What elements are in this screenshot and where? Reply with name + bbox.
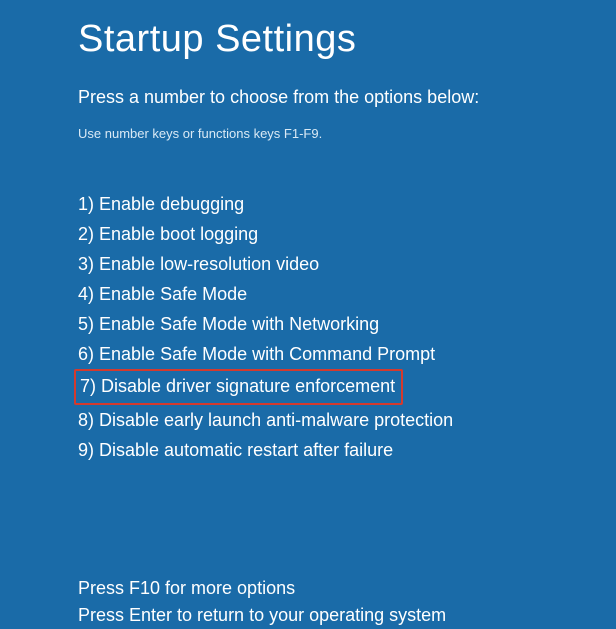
option-8[interactable]: 8) Disable early launch anti-malware pro…: [78, 405, 453, 435]
subtitle: Press a number to choose from the option…: [78, 87, 616, 108]
startup-settings-screen: Startup Settings Press a number to choos…: [0, 0, 616, 629]
option-1-num: 1: [78, 194, 88, 214]
option-4-label: Enable Safe Mode: [99, 284, 247, 304]
option-6-label: Enable Safe Mode with Command Prompt: [99, 344, 435, 364]
hint-text: Use number keys or functions keys F1-F9.: [78, 126, 616, 141]
option-5-label: Enable Safe Mode with Networking: [99, 314, 379, 334]
option-8-label: Disable early launch anti-malware protec…: [99, 410, 453, 430]
options-list: 1) Enable debugging 2) Enable boot loggi…: [78, 189, 616, 465]
option-4[interactable]: 4) Enable Safe Mode: [78, 279, 247, 309]
option-2-num: 2: [78, 224, 88, 244]
option-8-num: 8: [78, 410, 88, 430]
option-5-num: 5: [78, 314, 88, 334]
option-9-label: Disable automatic restart after failure: [99, 440, 393, 460]
option-2[interactable]: 2) Enable boot logging: [78, 219, 258, 249]
option-1-label: Enable debugging: [99, 194, 244, 214]
option-3[interactable]: 3) Enable low-resolution video: [78, 249, 319, 279]
option-3-num: 3: [78, 254, 88, 274]
option-7[interactable]: 7) Disable driver signature enforcement: [74, 369, 403, 405]
option-7-num: 7: [80, 376, 90, 396]
option-9[interactable]: 9) Disable automatic restart after failu…: [78, 435, 393, 465]
option-3-label: Enable low-resolution video: [99, 254, 319, 274]
option-2-label: Enable boot logging: [99, 224, 258, 244]
page-title: Startup Settings: [78, 18, 616, 61]
option-7-label: Disable driver signature enforcement: [101, 376, 395, 396]
option-4-num: 4: [78, 284, 88, 304]
option-6-num: 6: [78, 344, 88, 364]
footer-more-options: Press F10 for more options: [78, 575, 616, 602]
option-9-num: 9: [78, 440, 88, 460]
option-1[interactable]: 1) Enable debugging: [78, 189, 244, 219]
option-6[interactable]: 6) Enable Safe Mode with Command Prompt: [78, 339, 435, 369]
option-5[interactable]: 5) Enable Safe Mode with Networking: [78, 309, 379, 339]
footer-return: Press Enter to return to your operating …: [78, 602, 616, 629]
